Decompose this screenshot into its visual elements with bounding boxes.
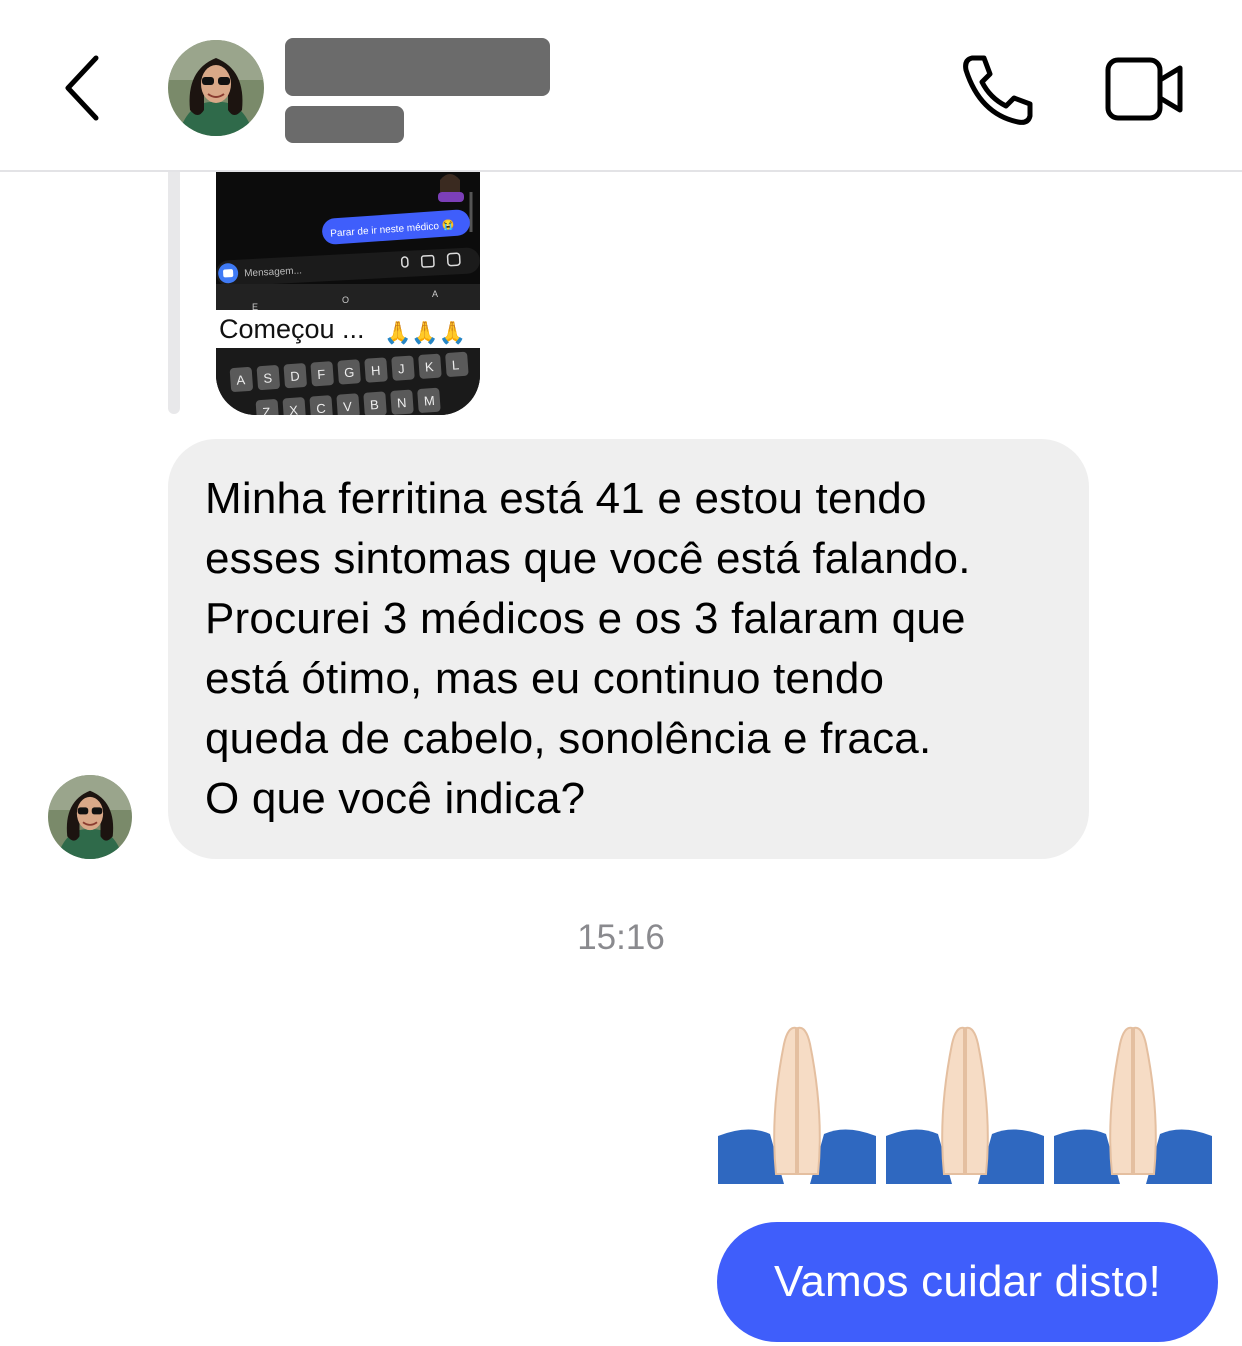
contact-name-redacted[interactable] xyxy=(285,38,550,96)
keyboard-key-label: G xyxy=(344,365,355,381)
keyboard-key-label: C xyxy=(316,401,326,415)
keyboard-key-label: A xyxy=(236,372,246,388)
message-line: Procurei 3 médicos e os 3 falaram que xyxy=(205,594,966,643)
message-line: queda de cabelo, sonolência e fraca. xyxy=(205,714,932,763)
message-line: está ótimo, mas eu continuo tendo xyxy=(205,654,885,703)
keyboard-key-label: H xyxy=(371,363,381,379)
keyboard-key-label: F xyxy=(317,367,326,383)
praying-hands-icon xyxy=(1054,1026,1212,1184)
outgoing-message-text: Vamos cuidar disto! xyxy=(774,1257,1161,1306)
message-timestamp: 15:16 xyxy=(577,918,665,957)
video-camera-icon xyxy=(1105,57,1183,121)
keyboard-key-label: Z xyxy=(262,404,271,415)
keyboard-key-label: N xyxy=(397,395,407,411)
contact-avatar[interactable] xyxy=(168,40,264,136)
contact-status-redacted xyxy=(285,106,404,143)
message-line: Minha ferritina está 41 e estou tendo xyxy=(205,474,927,523)
reply-quote-line xyxy=(168,172,180,414)
story-caption: Começou ... xyxy=(219,314,365,344)
avatar-photo xyxy=(48,775,132,859)
sender-avatar[interactable] xyxy=(48,775,132,859)
outgoing-emoji-message[interactable] xyxy=(718,1024,1218,1184)
keyboard-key-label: S xyxy=(263,370,273,386)
phone-icon xyxy=(963,55,1033,125)
outgoing-message-bubble[interactable]: Vamos cuidar disto! xyxy=(717,1222,1218,1342)
message-line: O que você indica? xyxy=(205,774,586,823)
keyboard-key-label: L xyxy=(451,357,459,372)
avatar-photo xyxy=(168,40,264,136)
back-button[interactable] xyxy=(56,52,112,124)
keyboard-key-label: J xyxy=(398,361,406,376)
caption-emoji: 🙏🙏🙏 xyxy=(384,320,466,345)
keyboard-key-label: X xyxy=(289,403,299,416)
svg-text:O: O xyxy=(342,295,349,305)
story-reply-preview[interactable]: Parar de ir neste médico 😭 Mensagem... E… xyxy=(216,172,480,415)
svg-text:A: A xyxy=(432,289,438,299)
chevron-left-icon xyxy=(65,55,99,121)
keyboard-key-label: K xyxy=(424,359,434,375)
video-call-button[interactable] xyxy=(1104,56,1186,122)
chat-header xyxy=(0,0,1242,172)
incoming-message-bubble[interactable]: Minha ferritina está 41 e estou tendo es… xyxy=(168,439,1089,859)
message-line: esses sintomas que você está falando. xyxy=(205,534,971,583)
keyboard-key-label: B xyxy=(370,397,380,413)
call-button[interactable] xyxy=(958,52,1038,128)
keyboard-key-label: M xyxy=(423,393,435,409)
praying-hands-icon xyxy=(718,1026,876,1184)
keyboard-key-label: D xyxy=(290,368,300,384)
praying-hands-icon xyxy=(886,1026,1044,1184)
keyboard-key-label: V xyxy=(343,399,353,415)
